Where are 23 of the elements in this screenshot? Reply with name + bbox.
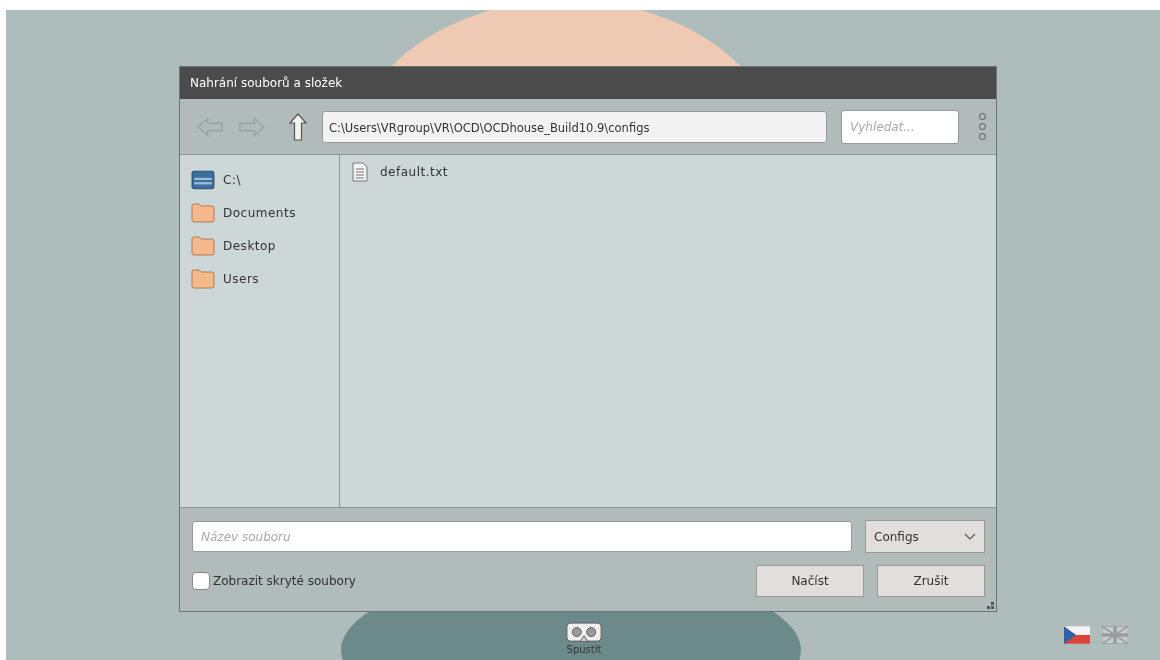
cancel-button[interactable]: Zrušit bbox=[877, 565, 985, 597]
filename-field[interactable]: Název souboru bbox=[192, 521, 852, 552]
drive-icon bbox=[191, 169, 215, 190]
folder-icon bbox=[191, 268, 215, 289]
filter-dropdown[interactable]: Configs bbox=[865, 520, 985, 553]
dialog-title: Nahrání souborů a složek bbox=[180, 67, 996, 99]
sidebar-item[interactable]: Documents bbox=[223, 205, 296, 220]
show-hidden-checkbox[interactable] bbox=[192, 572, 210, 590]
folder-icon bbox=[191, 235, 215, 256]
load-button[interactable]: Načíst bbox=[756, 565, 864, 597]
folder-icon bbox=[191, 202, 215, 223]
sidebar-item[interactable]: C:\ bbox=[223, 172, 241, 187]
path-field[interactable]: C:\Users\VRgroup\VR\OCD\OCDhouse_Build10.9\configs bbox=[322, 110, 827, 143]
file-item[interactable]: default.txt bbox=[380, 165, 449, 179]
sidebar-item[interactable]: Desktop bbox=[223, 238, 276, 253]
search-field[interactable]: Vyhledat... bbox=[841, 109, 959, 144]
czech-flag-icon[interactable] bbox=[1064, 626, 1090, 644]
launch-button[interactable]: Spustit bbox=[566, 622, 602, 655]
sidebar-item[interactable]: Users bbox=[223, 271, 260, 286]
vr-headset-icon bbox=[566, 622, 602, 644]
caret-icon bbox=[964, 532, 976, 541]
text-file-icon bbox=[352, 162, 368, 182]
checkbox-label: Zobrazit skryté soubory bbox=[213, 574, 356, 588]
